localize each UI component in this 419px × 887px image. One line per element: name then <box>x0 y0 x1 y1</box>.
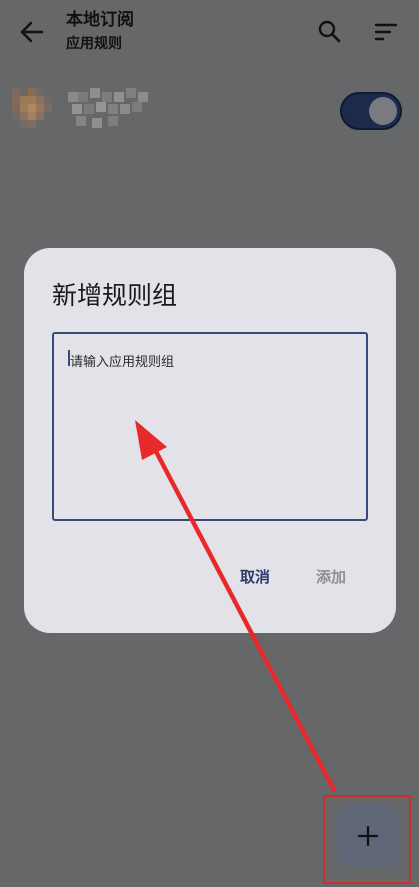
add-rule-group-dialog: 新增规则组 取消 添加 <box>24 248 396 633</box>
app-name-redacted <box>68 88 148 128</box>
cancel-button[interactable]: 取消 <box>240 566 270 587</box>
app-icon <box>12 88 52 128</box>
page-subtitle: 应用规则 <box>66 36 122 52</box>
sort-button[interactable] <box>372 20 400 44</box>
search-button[interactable] <box>316 18 344 46</box>
app-bar: 本地订阅 应用规则 <box>0 0 419 64</box>
app-list-item[interactable] <box>0 84 419 140</box>
page-title: 本地订阅 <box>66 10 134 30</box>
arrow-left-icon <box>20 21 44 43</box>
plus-icon <box>357 825 379 847</box>
subscription-toggle[interactable] <box>340 92 402 130</box>
title-group: 本地订阅 应用规则 <box>66 9 134 54</box>
toggle-knob <box>369 97 397 125</box>
add-button[interactable]: 添加 <box>316 566 346 587</box>
rule-group-input[interactable] <box>52 332 368 521</box>
back-button[interactable] <box>14 16 50 48</box>
dialog-title: 新增规则组 <box>52 281 178 310</box>
text-caret <box>68 350 70 366</box>
add-fab-button[interactable] <box>336 804 400 868</box>
sort-icon <box>374 23 398 41</box>
search-icon <box>318 20 341 43</box>
